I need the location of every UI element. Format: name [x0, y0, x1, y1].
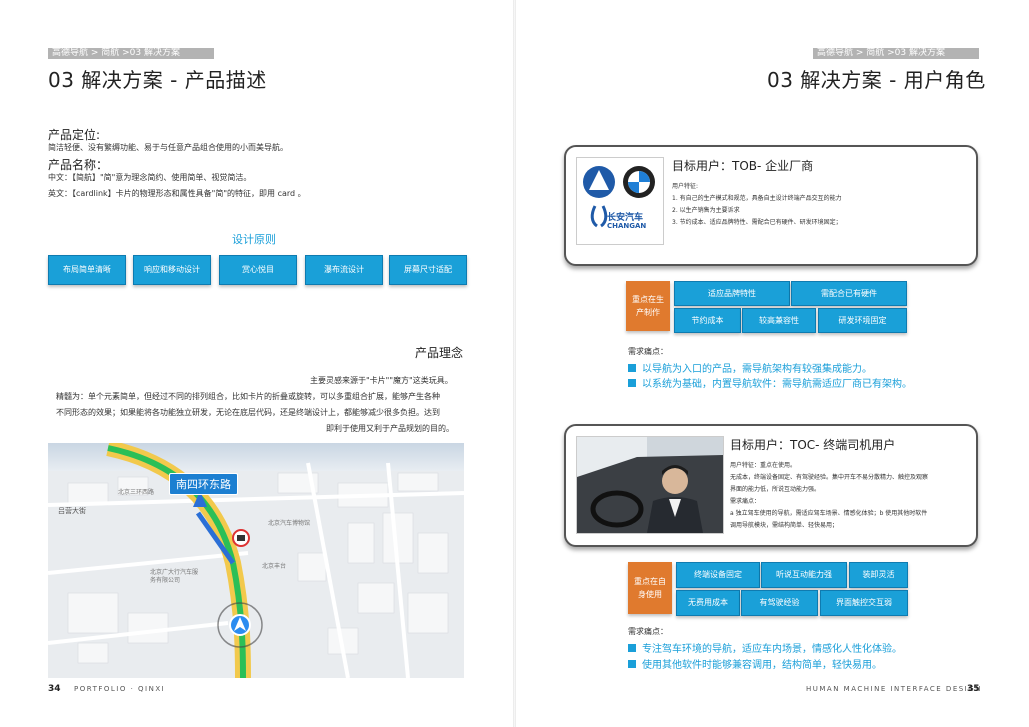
toc-tag-3: 装卸灵活 — [849, 562, 908, 588]
tob-need-1: 以导航为入口的产品，需导航架构有较强集成能力。 — [628, 360, 872, 375]
toc-title: 目标用户：TOC- 终端司机用户 — [730, 438, 896, 452]
positioning-text: 简洁轻便、没有繁缛功能、易于与任意产品组合使用的小而美导航。 — [48, 143, 288, 152]
positioning-label: 产品定位: — [48, 128, 101, 142]
poi-label-4: 北京汽车博物馆 — [268, 520, 311, 527]
tob-card: 长安汽车 CHANGAN 目标用户：TOB- 企业厂商 用户特征: 1. 有自己… — [564, 145, 978, 266]
tob-features: 用户特征: 1. 有自己的生产模式和规范，具备自主设计终端产品交互的能力 2. … — [672, 181, 962, 229]
toc-features: 用户特征：重点在使用。 无成本，终端设备固定、有驾驶经验。集中开车不易分散精力、… — [730, 460, 966, 532]
toc-focus-box: 重点在自身使用 — [628, 562, 672, 614]
tob-tag-2: 需配合已有硬件 — [791, 281, 907, 306]
toc-need-2: 使用其他软件时能够兼容调用，结构简单，轻快易用。 — [628, 656, 882, 671]
map-graphic — [48, 443, 464, 678]
toc-line-5: a 独立驾车使用的导航，需适应驾车场景、情感化体验；b 使用其他时软件 — [730, 510, 928, 517]
toc-line-3: 界面的能力低，所说互动能力强。 — [730, 486, 821, 493]
road-label: 南四环东路 — [169, 473, 238, 495]
tob-need-2-text: 以系统为基础，内置导航软件：需导航需适应厂商已有架构。 — [642, 379, 912, 390]
name-en: 英文：【cardlink】卡片的物理形态和属性具备"简"的特征，即用 card … — [48, 189, 306, 198]
page-number-left: 34 — [48, 684, 61, 694]
toc-focus-text: 重点在自身使用 — [634, 577, 666, 599]
toc-tag-2: 听说互动能力强 — [761, 562, 847, 588]
tob-line-1: 用户特征: — [672, 183, 699, 190]
poi-label-1: 吕营大街 — [58, 507, 86, 515]
toc-need-1-text: 专注驾车环境的导航，适应车内场景，情感化人性化体验。 — [642, 644, 902, 655]
principle-layout: 布局简单清晰 — [48, 255, 126, 285]
tob-tag-1: 适应品牌特性 — [674, 281, 790, 306]
principle-responsive: 响应和移动设计 — [133, 255, 211, 285]
page-title-right: 03 解决方案 - 用户角色 — [767, 68, 986, 92]
poi-label-2: 北京三环西路 — [118, 489, 155, 496]
toc-tag-4: 无费用成本 — [676, 590, 740, 616]
changan-logo-sub: CHANGAN — [607, 222, 647, 230]
car-logos-icon — [583, 166, 655, 228]
breadcrumb: 高德导航 > 简航 >03 解决方案 — [48, 48, 214, 59]
principle-pleasing: 赏心悦目 — [219, 255, 297, 285]
concept-line-1: 主要灵感来源于"卡片""魔方"这类玩具。 — [310, 376, 453, 385]
name-cn: 中文：【简航】"简"意为理念简约、使用简单、视觉简洁。 — [48, 173, 252, 182]
footer-right: HUMAN MACHINE INTERFACE DESIGN — [806, 685, 982, 693]
page-number-right: 35 — [967, 684, 980, 694]
tob-tag-3: 节约成本 — [674, 308, 741, 333]
toc-line-1: 用户特征：重点在使用。 — [730, 462, 797, 469]
poi-label-5: 北京丰台 — [262, 563, 287, 570]
toc-tag-5: 有驾驶经验 — [741, 590, 818, 616]
concept-line-4: 即利于使用又利于产品规划的目的。 — [326, 424, 454, 433]
concept-title: 产品理念 — [415, 346, 464, 360]
principle-screen-adapt: 屏幕尺寸适配 — [389, 255, 467, 285]
page-title: 03 解决方案 - 产品描述 — [48, 68, 267, 92]
driver-photo-graphic — [577, 437, 723, 533]
tob-line-4: 3. 节约成本、适应品牌特性、需配合已有硬件、研发环境固定； — [672, 219, 842, 226]
concept-line-2: 精髓为：单个元素简单，但经过不同的排列组合，比如卡片的折叠或旋转，可以多重组合扩… — [56, 392, 440, 401]
tob-need-1-text: 以导航为入口的产品，需导航架构有较强集成能力。 — [642, 364, 872, 375]
bullet-square-icon — [628, 378, 636, 387]
navigation-map: 南四环东路 吕营大街 北京三环西路 北京汽车博物馆 北京丰台 北京广大行汽车服务… — [48, 443, 464, 678]
page-fold — [513, 0, 516, 727]
tob-focus-box: 重点在生产制作 — [626, 281, 670, 331]
design-principles-title: 设计原则 — [232, 233, 276, 246]
footer-left: PORTFOLIO · QINXI — [74, 685, 166, 693]
tob-need-2: 以系统为基础，内置导航软件：需导航需适应厂商已有架构。 — [628, 375, 912, 390]
toc-line-6: 调用导航模块，需结构简单、轻快易用； — [730, 522, 839, 529]
tob-title: 目标用户：TOB- 企业厂商 — [672, 159, 814, 173]
toc-tag-6: 界面触控交互弱 — [820, 590, 908, 616]
poi-label-6: 北京广大行汽车服务有限公司 — [150, 569, 199, 584]
brand-logos: 长安汽车 CHANGAN — [576, 157, 664, 245]
name-label: 产品名称： — [48, 158, 109, 172]
tob-tag-5: 研发环境固定 — [818, 308, 907, 333]
tob-focus-text: 重点在生产制作 — [632, 295, 664, 317]
bullet-square-icon — [628, 659, 636, 668]
toc-need-2-text: 使用其他软件时能够兼容调用，结构简单，轻快易用。 — [642, 660, 882, 671]
toc-card: 目标用户：TOC- 终端司机用户 用户特征：重点在使用。 无成本，终端设备固定、… — [564, 424, 978, 547]
bullet-square-icon — [628, 363, 636, 372]
bullet-square-icon — [628, 643, 636, 652]
breadcrumb-right: 高德导航 > 简航 >03 解决方案 — [813, 48, 979, 59]
toc-tag-1: 终端设备固定 — [676, 562, 760, 588]
tob-line-3: 2. 以生产销售为主要诉求 — [672, 207, 740, 214]
principle-waterfall: 瀑布流设计 — [305, 255, 383, 285]
tob-line-2: 1. 有自己的生产模式和规范，具备自主设计终端产品交互的能力 — [672, 195, 842, 202]
toc-line-2: 无成本，终端设备固定、有驾驶经验。集中开车不易分散精力、触控及观察 — [730, 474, 929, 481]
toc-needs-title: 需求痛点： — [628, 627, 668, 636]
toc-need-1: 专注驾车环境的导航，适应车内场景，情感化人性化体验。 — [628, 640, 902, 655]
driver-photo — [576, 436, 724, 534]
concept-line-3: 不同形态的效果；如果能将各功能独立研发，无论在底层代码，还是终端设计上，都能够减… — [56, 408, 440, 417]
toc-line-4: 需求痛点： — [730, 498, 761, 505]
tob-tag-4: 较高兼容性 — [742, 308, 816, 333]
tob-needs-title: 需求痛点： — [628, 347, 668, 356]
